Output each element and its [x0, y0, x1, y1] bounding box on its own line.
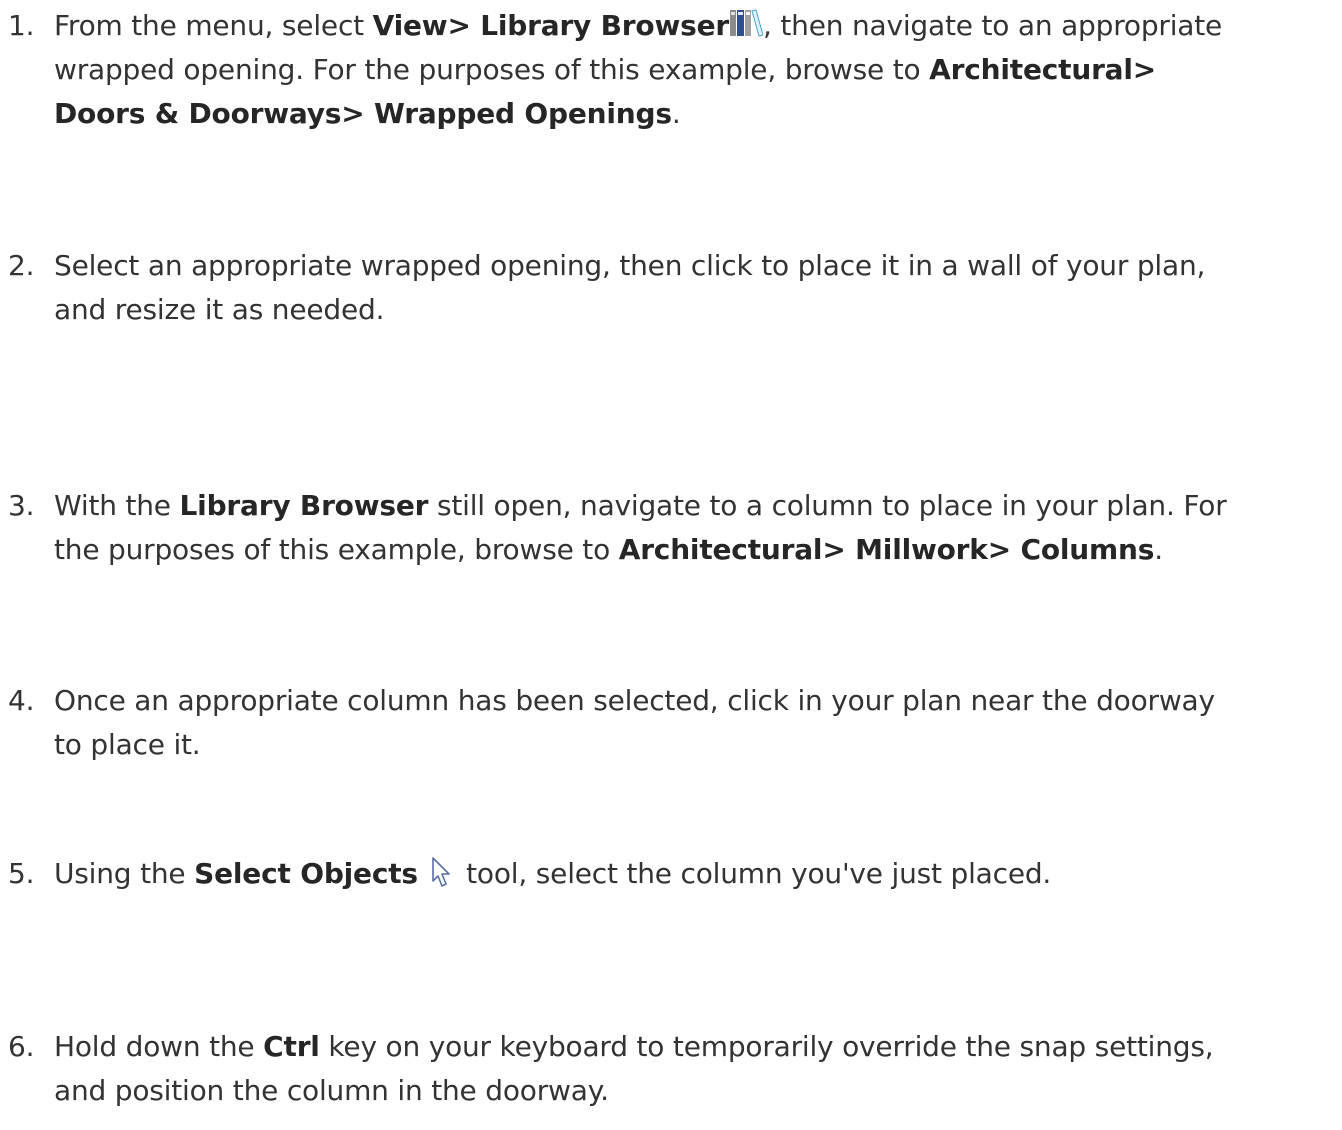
step-5: 5. Using the Select Objects tool, select … — [8, 852, 1338, 896]
text-segment: and resize it as needed. — [54, 293, 385, 326]
bold-term: Doors & Doorways> Wrapped Openings — [54, 97, 672, 130]
text-segment: With the — [54, 489, 180, 522]
bold-term: Architectural> Millwork> Columns — [618, 533, 1155, 566]
text-segment: and position the column in the doorway. — [54, 1074, 609, 1107]
bold-term: Select Objects — [194, 857, 428, 890]
step-text-line: and resize it as needed. — [8, 288, 1338, 332]
step-text-line: With the Library Browser still open, nav… — [8, 484, 1338, 528]
text-segment: . — [1154, 533, 1163, 566]
bold-term: View> Library Browser — [372, 9, 730, 42]
step-text-line: Hold down the Ctrl key on your keyboard … — [8, 1025, 1338, 1069]
text-segment: the purposes of this example, browse to — [54, 533, 619, 566]
library-browser-icon — [729, 9, 763, 42]
bold-term: Ctrl — [263, 1030, 320, 1063]
text-segment: wrapped opening. For the purposes of thi… — [54, 53, 930, 86]
step-2: 2. Select an appropriate wrapped opening,… — [8, 244, 1338, 332]
text-segment: Hold down the — [54, 1030, 264, 1063]
text-segment: . — [671, 97, 681, 130]
step-text-line: Using the Select Objects tool, select th… — [8, 852, 1338, 896]
text-segment: Using the — [54, 857, 195, 890]
text-segment: , then navigate to an appropriate — [762, 9, 1223, 42]
step-1: 1. From the menu, select View> Library Br… — [8, 4, 1338, 136]
text-segment: Select an appropriate wrapped opening, t… — [54, 249, 1206, 282]
step-6: 6. Hold down the Ctrl key on your keyboar… — [8, 1025, 1338, 1113]
step-text-line: Select an appropriate wrapped opening, t… — [8, 244, 1338, 288]
text-segment: From the menu, select — [54, 9, 373, 42]
bold-term: Library Browser — [179, 489, 429, 522]
text-segment: tool, select the column you've just plac… — [457, 857, 1052, 890]
step-text-line: wrapped opening. For the purposes of thi… — [8, 48, 1338, 92]
bold-term: Architectural> — [929, 53, 1157, 86]
text-segment: Once an appropriate column has been sele… — [54, 684, 1215, 717]
text-segment: key on your keyboard to temporarily over… — [319, 1030, 1214, 1063]
step-3: 3. With the Library Browser still open, n… — [8, 484, 1338, 572]
step-4: 4. Once an appropriate column has been se… — [8, 679, 1338, 767]
step-text-line: Once an appropriate column has been sele… — [8, 679, 1338, 723]
step-text-line: to place it. — [8, 723, 1338, 767]
text-segment: still open, navigate to a column to plac… — [428, 489, 1227, 522]
step-text-line: the purposes of this example, browse to … — [8, 528, 1338, 572]
step-text-line: From the menu, select View> Library Brow… — [8, 4, 1338, 48]
step-text-line: Doors & Doorways> Wrapped Openings. — [8, 92, 1338, 136]
text-segment: to place it. — [54, 728, 201, 761]
select-objects-arrow-icon — [427, 857, 457, 890]
step-text-line: and position the column in the doorway. — [8, 1069, 1338, 1113]
